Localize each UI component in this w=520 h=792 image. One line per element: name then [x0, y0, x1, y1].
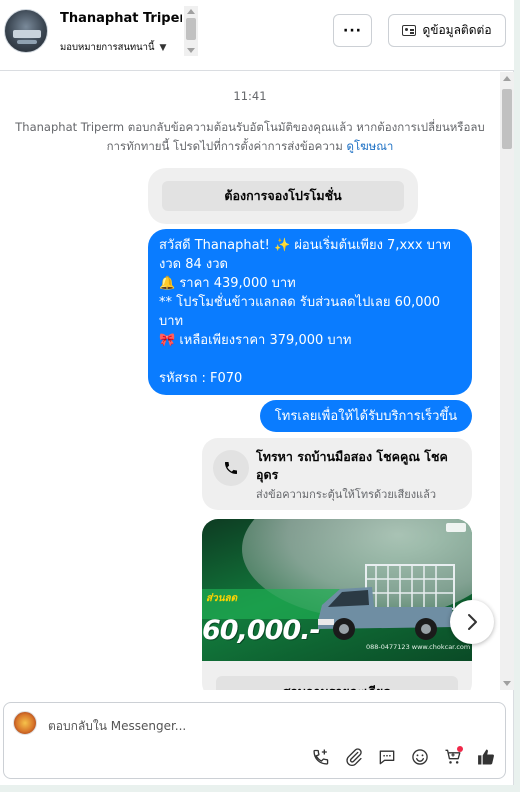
scroll-thumb[interactable]	[502, 89, 512, 149]
reply-input[interactable]: ตอบกลับใน Messenger...	[48, 717, 186, 736]
outgoing-call-prompt-bubble[interactable]: โทรเลยเพื่อให้ได้รับบริการเร็วขึ้น	[260, 400, 472, 432]
header-name-scrollbar[interactable]	[184, 6, 198, 56]
view-contact-info-button[interactable]: ดูข้อมูลติดต่อ	[388, 14, 506, 47]
scroll-thumb[interactable]	[186, 18, 196, 40]
scroll-up-arrow-icon[interactable]	[187, 9, 195, 14]
contact-avatar[interactable]	[4, 9, 48, 53]
message-list[interactable]: 11:41 Thanaphat Triperm ตอบกลับข้อความต้…	[0, 72, 500, 690]
message-line: ** โปรโมชั่นข้าวแลกลด รับส่วนลดไปเลย 60,…	[159, 295, 441, 329]
promotion-image[interactable]: ส่วนลด 60,000.- 088-0477123 www.chokcar.…	[202, 519, 472, 661]
contact-card-icon	[402, 25, 417, 36]
auto-reply-notice-text: Thanaphat Triperm ตอบกลับข้อความต้อนรับอ…	[15, 120, 485, 153]
message-line: สวัสดี Thanaphat! ✨ ผ่อนเริ่มต้นเพียง 7,…	[159, 238, 451, 272]
discount-amount: 60,000.-	[202, 615, 321, 646]
chevron-right-icon	[468, 614, 477, 630]
more-options-button[interactable]: ···	[333, 14, 372, 47]
thread-header: Thanaphat Triperm มอบหมายการสนทนานี้ ▼ ·…	[0, 0, 514, 71]
dealer-logo	[446, 523, 466, 532]
emoji-icon[interactable]	[409, 746, 431, 768]
call-request-card[interactable]: โทรหา รถบ้านมือสอง โชคคูณ โชคอุดร ส่งข้อ…	[202, 438, 472, 510]
promotion-card[interactable]: ส่วนลด 60,000.- 088-0477123 www.chokcar.…	[202, 519, 472, 690]
assign-label: มอบหมายการสนทนานี้	[60, 42, 155, 53]
message-timestamp: 11:41	[233, 89, 267, 103]
scroll-down-arrow-icon[interactable]	[503, 681, 511, 686]
call-card-title: โทรหา รถบ้านมือสอง โชคคูณ โชคอุดร	[256, 449, 448, 482]
phone-plus-icon[interactable]	[310, 746, 332, 768]
message-list-scrollbar[interactable]	[500, 72, 514, 690]
saved-reply-icon[interactable]	[376, 746, 398, 768]
outgoing-message-bubble[interactable]: สวัสดี Thanaphat! ✨ ผ่อนเริ่มต้นเพียง 7,…	[148, 229, 472, 395]
message-line: 🔔 ราคา 439,000 บาท	[159, 276, 296, 291]
view-contact-info-label: ดูข้อมูลติดต่อ	[422, 23, 492, 37]
reply-composer[interactable]: ตอบกลับใน Messenger...	[3, 702, 506, 779]
book-promotion-button[interactable]: ต้องการจองโปรโมชั่น	[162, 181, 404, 211]
view-ad-link[interactable]: ดูโฆษณา	[347, 139, 394, 153]
ask-details-button[interactable]: สอบถามรายละเอียด	[216, 676, 458, 690]
contact-name[interactable]: Thanaphat Triperm	[60, 11, 182, 26]
discount-tag: ส่วนลด	[206, 593, 238, 604]
page-avatar	[13, 711, 37, 735]
phone-icon	[213, 450, 249, 486]
incoming-quick-reply-card: ต้องการจองโปรโมชั่น	[148, 168, 418, 224]
thumbs-up-icon[interactable]	[475, 746, 497, 768]
page-bottom-strip	[0, 785, 520, 792]
call-card-subtitle: ส่งข้อความกระตุ้นให้โทรด้วยเสียงแล้ว	[256, 488, 437, 501]
carousel-next-button[interactable]	[450, 600, 494, 644]
scroll-down-arrow-icon[interactable]	[187, 48, 195, 53]
message-line: 🎀 เหลือเพียงราคา 379,000 บาท	[159, 333, 352, 348]
assign-conversation-dropdown[interactable]: มอบหมายการสนทนานี้ ▼	[60, 40, 166, 55]
cart-icon[interactable]	[442, 746, 464, 768]
scroll-up-arrow-icon[interactable]	[503, 76, 511, 81]
paperclip-icon[interactable]	[343, 746, 365, 768]
messenger-thread-panel: Thanaphat Triperm มอบหมายการสนทนานี้ ▼ ·…	[0, 0, 514, 792]
message-line: รหัสรถ : F070	[159, 371, 243, 386]
message-line	[159, 350, 461, 369]
dealer-contact-text: 088-0477123 www.chokcar.com	[366, 643, 471, 651]
chevron-down-icon: ▼	[159, 42, 167, 53]
composer-toolbar	[310, 745, 497, 769]
notification-dot	[457, 746, 463, 752]
pickup-truck-image	[318, 564, 455, 640]
auto-reply-notice: Thanaphat Triperm ตอบกลับข้อความต้อนรับอ…	[6, 118, 494, 156]
